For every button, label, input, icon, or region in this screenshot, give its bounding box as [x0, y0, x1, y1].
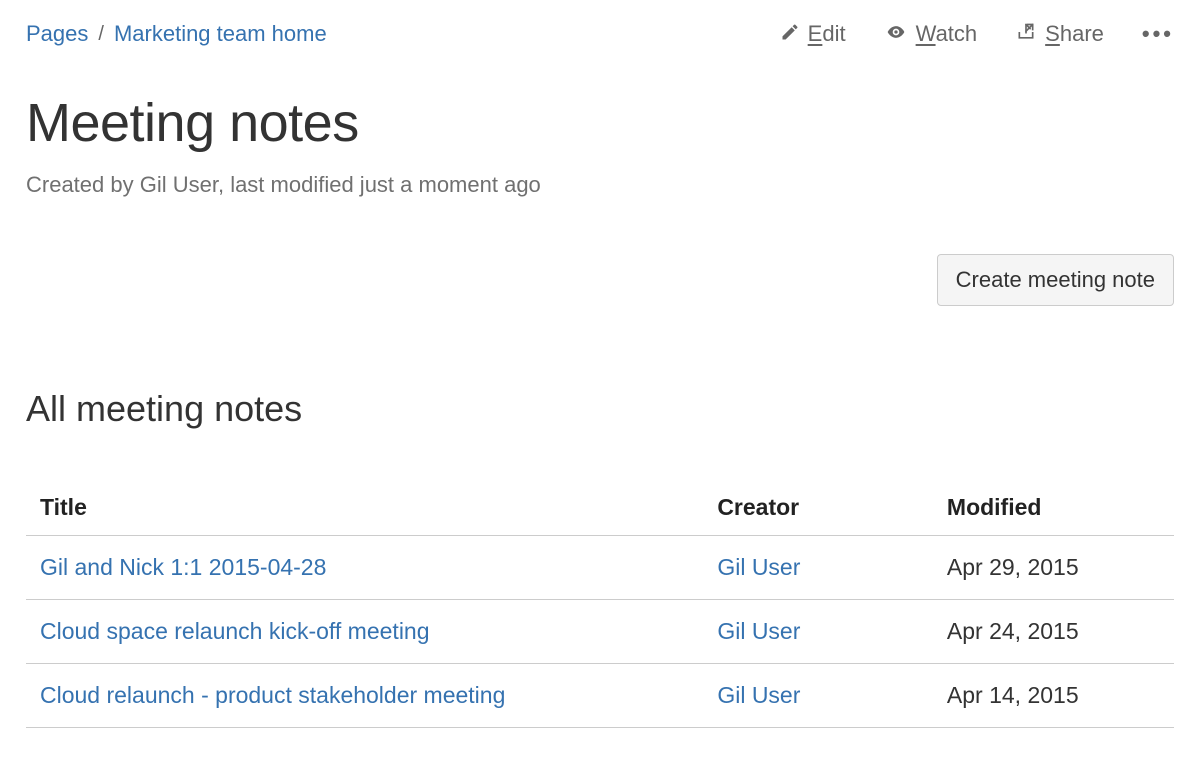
col-header-creator: Creator: [703, 484, 933, 536]
share-icon: [1015, 22, 1037, 46]
breadcrumb-parent[interactable]: Marketing team home: [114, 23, 327, 45]
edit-label: Edit: [808, 23, 846, 45]
breadcrumb-separator: /: [98, 24, 104, 44]
note-title-link[interactable]: Gil and Nick 1:1 2015-04-28: [40, 554, 326, 580]
eye-icon: [884, 22, 908, 46]
modified-cell: Apr 29, 2015: [933, 536, 1174, 600]
page-byline: Created by Gil User, last modified just …: [26, 172, 1174, 198]
pencil-icon: [780, 22, 800, 46]
col-header-modified: Modified: [933, 484, 1174, 536]
modified-cell: Apr 14, 2015: [933, 664, 1174, 728]
page-actions: Edit Watch Share •••: [780, 22, 1174, 46]
creator-link[interactable]: Gil User: [717, 618, 800, 644]
table-row: Cloud space relaunch kick-off meeting Gi…: [26, 600, 1174, 664]
create-meeting-note-button[interactable]: Create meeting note: [937, 254, 1174, 306]
page-title: Meeting notes: [26, 92, 1174, 154]
meeting-notes-table: Title Creator Modified Gil and Nick 1:1 …: [26, 484, 1174, 728]
note-title-link[interactable]: Cloud space relaunch kick-off meeting: [40, 618, 430, 644]
more-actions-button[interactable]: •••: [1142, 23, 1174, 45]
breadcrumb: Pages / Marketing team home: [26, 23, 327, 45]
col-header-title: Title: [26, 484, 703, 536]
section-title: All meeting notes: [26, 388, 1174, 430]
modified-cell: Apr 24, 2015: [933, 600, 1174, 664]
breadcrumb-root[interactable]: Pages: [26, 23, 88, 45]
share-label: Share: [1045, 23, 1104, 45]
watch-button[interactable]: Watch: [884, 22, 978, 46]
creator-link[interactable]: Gil User: [717, 682, 800, 708]
creator-link[interactable]: Gil User: [717, 554, 800, 580]
share-button[interactable]: Share: [1015, 22, 1104, 46]
watch-label: Watch: [916, 23, 978, 45]
table-row: Cloud relaunch - product stakeholder mee…: [26, 664, 1174, 728]
note-title-link[interactable]: Cloud relaunch - product stakeholder mee…: [40, 682, 505, 708]
edit-button[interactable]: Edit: [780, 22, 846, 46]
table-row: Gil and Nick 1:1 2015-04-28 Gil User Apr…: [26, 536, 1174, 600]
